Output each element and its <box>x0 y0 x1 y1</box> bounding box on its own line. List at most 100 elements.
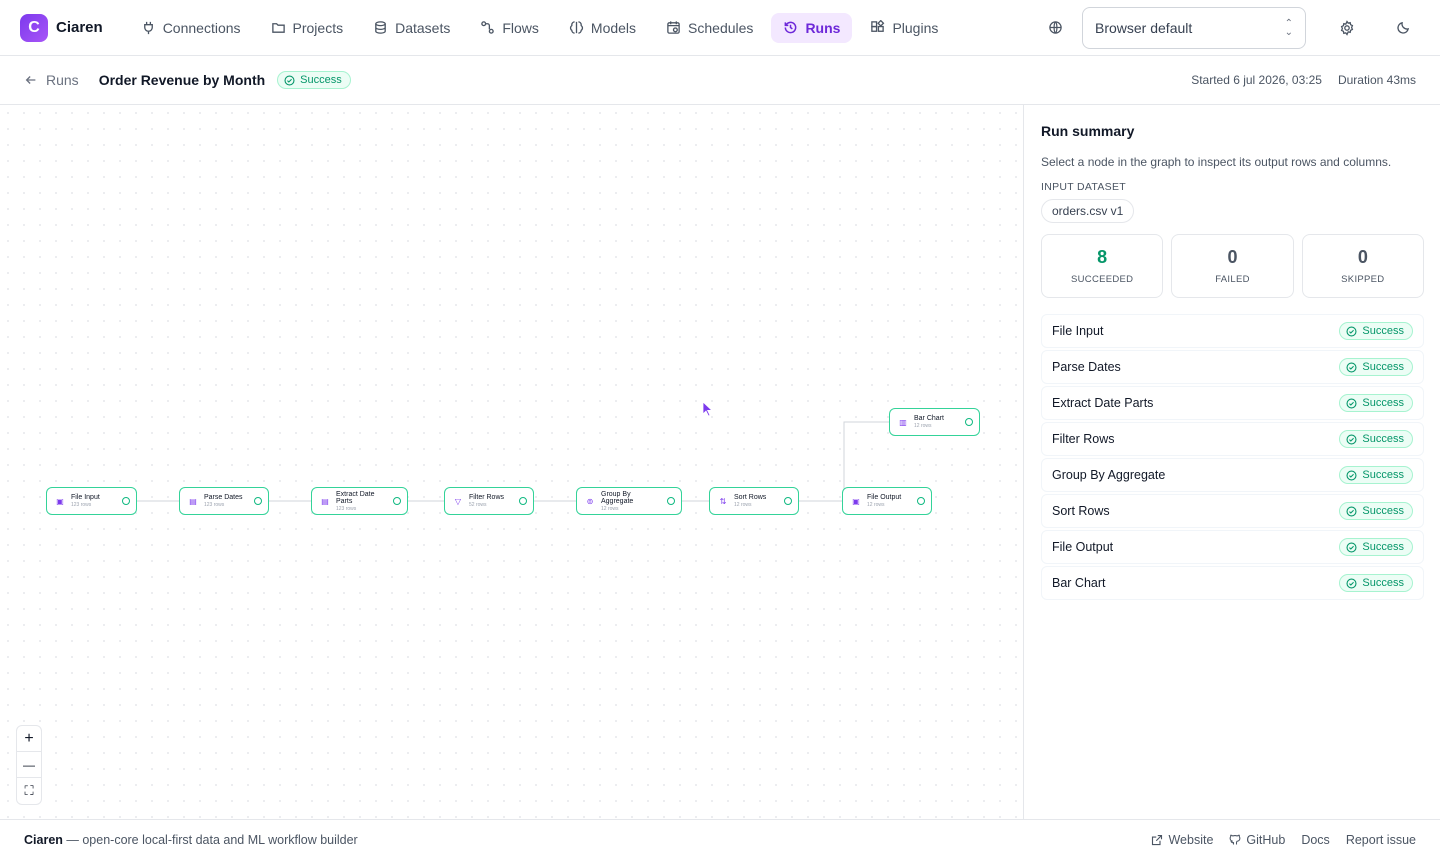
folder-icon <box>271 23 285 33</box>
ciaren-logo: C <box>20 13 48 42</box>
check-circle-icon <box>965 418 973 426</box>
graph-node-group-by-aggregate[interactable]: ⊚ Group By Aggregate 12 rows <box>576 487 682 515</box>
history-icon <box>785 21 797 34</box>
footer: Ciaren — open-core local-first data and … <box>0 819 1440 860</box>
step-status-badge: Success <box>1339 394 1413 412</box>
step-name: Parse Dates <box>1052 360 1121 374</box>
mouse-cursor-icon <box>702 401 714 417</box>
file-icon: ▣ <box>56 496 64 506</box>
step-name: File Input <box>1052 324 1104 338</box>
step-status-badge: Success <box>1339 574 1413 592</box>
flow-icon <box>481 21 495 34</box>
step-row[interactable]: File Output Success <box>1041 530 1424 564</box>
footer-link-report-issue[interactable]: Report issue <box>1346 833 1416 847</box>
theme-toggle-button[interactable] <box>1386 11 1420 45</box>
check-circle-icon <box>1346 361 1357 373</box>
run-meta: Started 6 jul 2026, 03:25 Duration 43ms <box>1191 73 1416 87</box>
zoom-in-button[interactable]: + <box>17 726 41 752</box>
step-row[interactable]: Extract Date Parts Success <box>1041 386 1424 420</box>
footer-link-website[interactable]: Website <box>1151 833 1213 847</box>
check-circle-icon <box>1346 325 1357 337</box>
step-name: Group By Aggregate <box>1052 468 1166 482</box>
graph-node-filter-rows[interactable]: ▽ Filter Rows 52 rows <box>444 487 534 515</box>
nav-flows[interactable]: Flows <box>468 13 551 43</box>
step-status-badge: Success <box>1339 502 1413 520</box>
nav-plugins[interactable]: Plugins <box>858 13 950 43</box>
footer-tagline: — open-core local-first data and ML work… <box>62 833 358 847</box>
step-name: Sort Rows <box>1052 504 1110 518</box>
step-row[interactable]: Parse Dates Success <box>1041 350 1424 384</box>
footer-links: Website GitHub Docs Report issue <box>1151 833 1416 847</box>
gear-icon <box>1340 19 1354 36</box>
footer-link-docs[interactable]: Docs <box>1301 833 1329 847</box>
main-nav: Connections Projects Datasets Flows Mode… <box>129 12 951 43</box>
zoom-out-button[interactable]: — <box>17 752 41 778</box>
language-select[interactable]: Browser default ⌃ ⌄ <box>1082 6 1306 49</box>
graph-node-parse-dates[interactable]: ▤ Parse Dates 123 rows <box>179 487 269 515</box>
check-circle-icon <box>122 497 130 505</box>
github-icon <box>1230 834 1241 845</box>
run-started: Started 6 jul 2026, 03:25 <box>1191 73 1322 87</box>
step-name: Extract Date Parts <box>1052 396 1154 410</box>
input-dataset-label: INPUT DATASET <box>1041 181 1126 193</box>
run-header: Runs Order Revenue by Month Success Star… <box>0 56 1440 105</box>
moon-icon <box>1396 21 1409 34</box>
flow-graph-canvas[interactable]: ▣ File Input 123 rows ▤ Parse Dates 123 ro… <box>0 105 1024 819</box>
graph-node-file-output[interactable]: ▣ File Output 12 rows <box>842 487 932 515</box>
run-summary-panel: Run summary Select a node in the graph t… <box>1025 105 1440 819</box>
step-row[interactable]: Group By Aggregate Success <box>1041 458 1424 492</box>
run-status-badge: Success <box>277 71 351 89</box>
check-circle-icon <box>284 74 295 86</box>
graph-node-extract-date-parts[interactable]: ▤ Extract Date Parts 123 rows <box>311 487 408 515</box>
check-circle-icon <box>1346 577 1357 589</box>
step-status-badge: Success <box>1339 538 1413 556</box>
brain-icon <box>569 21 583 34</box>
step-row[interactable]: File Input Success <box>1041 314 1424 348</box>
fit-view-button[interactable]: ⛶ <box>17 778 41 804</box>
check-circle-icon <box>917 497 925 505</box>
stat-failed: 0 FAILED <box>1171 234 1294 298</box>
globe-icon <box>1038 11 1072 45</box>
database-icon <box>375 21 386 34</box>
check-circle-icon <box>784 497 792 505</box>
brand-name: Ciaren <box>56 19 103 36</box>
input-dataset-chip[interactable]: orders.csv v1 <box>1041 199 1135 223</box>
check-circle-icon <box>1346 469 1357 481</box>
stat-succeeded: 8 SUCCEEDED <box>1041 234 1164 298</box>
bar-chart-icon: ▥ <box>899 417 907 427</box>
stat-skipped: 0 SKIPPED <box>1301 234 1424 298</box>
check-circle-icon <box>393 497 401 505</box>
language-select-value: Browser default <box>1095 19 1193 36</box>
top-right-controls: Browser default ⌃ ⌄ <box>1038 6 1420 49</box>
nav-schedules[interactable]: Schedules <box>654 13 765 43</box>
step-row[interactable]: Sort Rows Success <box>1041 494 1424 528</box>
filter-icon: ▽ <box>454 496 462 506</box>
calendar-icon: ▤ <box>189 496 197 506</box>
step-row[interactable]: Filter Rows Success <box>1041 422 1424 456</box>
check-circle-icon <box>1346 505 1357 517</box>
footer-link-github[interactable]: GitHub <box>1229 833 1285 847</box>
graph-node-sort-rows[interactable]: ⇅ Sort Rows 12 rows <box>709 487 799 515</box>
graph-node-bar-chart[interactable]: ▥ Bar Chart 12 rows <box>889 408 980 436</box>
back-to-runs-link[interactable]: Runs <box>24 72 79 88</box>
nav-models[interactable]: Models <box>557 13 648 43</box>
step-row[interactable]: Bar Chart Success <box>1041 566 1424 600</box>
puzzle-icon <box>871 20 885 32</box>
check-circle-icon <box>1346 433 1357 445</box>
brand[interactable]: C Ciaren <box>20 13 103 42</box>
nav-runs[interactable]: Runs <box>771 12 853 43</box>
check-circle-icon <box>667 497 675 505</box>
nav-connections[interactable]: Connections <box>129 13 253 43</box>
arrow-left-icon <box>25 76 36 84</box>
settings-button[interactable] <box>1330 11 1364 45</box>
step-name: Bar Chart <box>1052 576 1106 590</box>
external-link-icon <box>1152 834 1163 846</box>
step-name: File Output <box>1052 540 1114 554</box>
step-list: File Input Success Parse Dates Success Extra… <box>1041 314 1424 600</box>
nav-projects[interactable]: Projects <box>259 13 356 43</box>
summary-title: Run summary <box>1041 123 1135 139</box>
nav-datasets[interactable]: Datasets <box>361 13 462 43</box>
graph-node-file-input[interactable]: ▣ File Input 123 rows <box>46 487 137 515</box>
file-icon: ▣ <box>852 496 860 506</box>
graph-edges <box>137 421 889 502</box>
